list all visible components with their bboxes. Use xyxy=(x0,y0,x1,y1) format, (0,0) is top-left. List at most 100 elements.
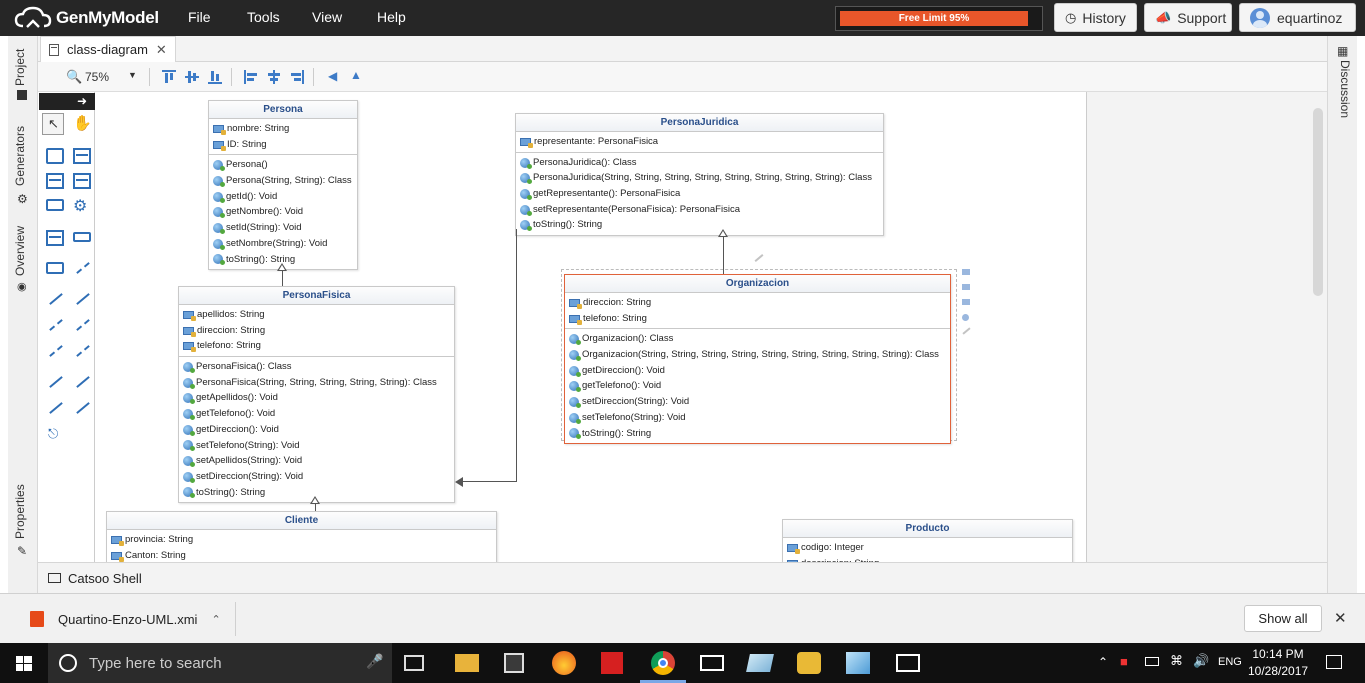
class-attribute[interactable]: apellidos: String xyxy=(179,307,454,323)
class-operation[interactable]: getDireccion(): Void xyxy=(565,363,950,379)
chevron-up-icon[interactable]: ⌃ xyxy=(1098,655,1108,669)
signal-tool-icon[interactable] xyxy=(46,230,64,246)
distribute-horizontal-icon[interactable]: ◀ xyxy=(328,69,337,83)
class-operation[interactable]: PersonaJuridica(String, String, String, … xyxy=(516,170,883,186)
store-icon[interactable] xyxy=(504,653,524,673)
class-operation[interactable]: getRepresentante(): PersonaFisica xyxy=(516,186,883,202)
show-all-button[interactable]: Show all xyxy=(1244,605,1322,632)
chrome-icon[interactable] xyxy=(651,651,675,675)
class-attribute[interactable]: telefono: String xyxy=(179,338,454,354)
align-left-icon[interactable] xyxy=(244,70,258,84)
menu-view[interactable]: View xyxy=(312,9,342,25)
primitive-tool-icon[interactable] xyxy=(73,232,91,242)
dependency-tool-icon[interactable] xyxy=(46,317,64,333)
class-operation[interactable]: getApellidos(): Void xyxy=(179,390,454,406)
datatype-tool-icon[interactable] xyxy=(46,199,64,211)
menu-tools[interactable]: Tools xyxy=(247,9,280,25)
class-operation[interactable]: Persona(String, String): Class xyxy=(209,173,357,189)
class-tool-icon[interactable] xyxy=(73,148,91,164)
wifi-icon[interactable]: ⌘ xyxy=(1170,653,1183,669)
close-icon[interactable]: ✕ xyxy=(156,42,167,58)
shell-bar[interactable]: Catsoo Shell xyxy=(38,562,1327,593)
zoom-value[interactable]: 75% xyxy=(85,70,109,84)
class-operation[interactable]: Organizacion(String, String, String, Str… xyxy=(565,347,950,363)
taskbar-search[interactable]: Type here to search 🎤 xyxy=(48,643,392,683)
align-right-icon[interactable] xyxy=(290,70,304,84)
class-attribute[interactable]: Canton: String xyxy=(107,548,496,562)
chevron-up-icon[interactable]: ⌃ xyxy=(211,613,220,626)
file-explorer-icon[interactable] xyxy=(455,654,479,672)
enumeration-tool-icon[interactable] xyxy=(73,173,91,189)
align-middle-icon[interactable] xyxy=(185,70,199,84)
system-clock[interactable]: 10:14 PM 10/28/2017 xyxy=(1248,646,1308,680)
align-bottom-icon[interactable] xyxy=(208,70,222,84)
class-persona-juridica[interactable]: PersonaJuridica representante: PersonaFi… xyxy=(515,113,884,237)
containment-tool-icon[interactable]: ⎋ xyxy=(48,426,58,442)
class-attribute[interactable]: representante: PersonaFisica xyxy=(516,134,883,150)
class-operation[interactable]: setRepresentante(PersonaFisica): Persona… xyxy=(516,202,883,218)
directed-association-tool-icon[interactable] xyxy=(73,400,91,416)
volume-icon[interactable]: 🔊 xyxy=(1193,653,1209,669)
association-line[interactable] xyxy=(516,229,517,481)
vertical-scrollbar[interactable] xyxy=(1313,108,1323,296)
database-app-icon[interactable] xyxy=(797,652,821,674)
class-attribute[interactable]: provincia: String xyxy=(107,532,496,548)
class-attribute[interactable]: codigo: Integer xyxy=(783,540,1072,556)
class-operation[interactable]: PersonaJuridica(): Class xyxy=(516,155,883,171)
chevron-down-icon[interactable]: ▼ xyxy=(128,70,137,80)
class-operation[interactable]: setApellidos(String): Void xyxy=(179,453,454,469)
realization-tool-icon[interactable] xyxy=(73,291,91,307)
virtualbox-icon[interactable] xyxy=(846,652,870,674)
association-line[interactable] xyxy=(460,481,517,482)
microphone-icon[interactable]: 🎤 xyxy=(366,653,383,670)
class-attribute[interactable]: direccion: String xyxy=(179,323,454,339)
free-limit-meter[interactable]: Free Limit 95% xyxy=(835,6,1043,31)
class-attribute[interactable]: telefono: String xyxy=(565,311,950,327)
class-attribute[interactable]: direccion: String xyxy=(565,295,950,311)
component-tool-icon[interactable]: ⚙ xyxy=(73,196,87,216)
association-tool-icon[interactable] xyxy=(46,374,64,390)
tab-class-diagram[interactable]: class-diagram ✕ xyxy=(40,36,176,62)
class-operation[interactable]: Persona() xyxy=(209,157,357,173)
history-button[interactable]: ◷ History xyxy=(1054,3,1137,32)
class-operation[interactable]: setNombre(String): Void xyxy=(209,236,357,252)
class-operation[interactable]: setDireccion(String): Void xyxy=(565,394,950,410)
tab-overview[interactable]: Overview xyxy=(13,226,27,276)
photos-icon[interactable] xyxy=(896,654,920,672)
class-operation[interactable]: setDireccion(String): Void xyxy=(179,469,454,485)
battery-icon[interactable] xyxy=(1145,657,1159,666)
distribute-vertical-icon[interactable]: ▲ xyxy=(350,68,362,82)
generalization-line[interactable] xyxy=(315,504,316,511)
class-producto[interactable]: Producto codigo: Integerdescripcion: Str… xyxy=(782,519,1073,562)
class-operation[interactable]: getId(): Void xyxy=(209,189,357,205)
class-organizacion[interactable]: Organizacion direccion: String telefono: … xyxy=(564,274,951,445)
notes-app-icon[interactable] xyxy=(746,654,774,672)
merge-tool-icon[interactable] xyxy=(73,343,91,359)
class-persona-fisica[interactable]: PersonaFisica apellidos: String direccion… xyxy=(178,286,455,504)
quick-add-class-icon[interactable] xyxy=(962,299,970,305)
quick-link-icon[interactable] xyxy=(962,327,971,335)
class-operation[interactable]: getTelefono(): Void xyxy=(565,378,950,394)
composition-tool-icon[interactable] xyxy=(46,400,64,416)
close-downloads-icon[interactable]: ✕ xyxy=(1334,609,1347,627)
menu-help[interactable]: Help xyxy=(377,9,406,25)
app-red-icon[interactable] xyxy=(601,652,623,674)
app-logo[interactable]: GenMyModel xyxy=(14,5,159,31)
menu-file[interactable]: File xyxy=(188,9,211,25)
firefox-icon[interactable] xyxy=(552,651,576,675)
class-operation[interactable]: toString(): String xyxy=(516,217,883,233)
task-view-icon[interactable] xyxy=(404,655,424,671)
notification-icon[interactable] xyxy=(1326,655,1342,669)
pointer-tool[interactable]: ↖ xyxy=(42,113,64,135)
package-tool-icon[interactable] xyxy=(46,148,64,164)
class-operation[interactable]: getTelefono(): Void xyxy=(179,406,454,422)
anchor-tool-icon[interactable] xyxy=(73,260,91,276)
class-operation[interactable]: setId(String): Void xyxy=(209,220,357,236)
tab-discussion[interactable]: Discussion xyxy=(1336,60,1352,130)
class-attribute[interactable]: ID: String xyxy=(209,137,357,153)
user-menu-button[interactable]: equartinoz xyxy=(1239,3,1356,32)
download-item[interactable]: Quartino-Enzo-UML.xmi ⌃ xyxy=(10,602,236,636)
quick-add-attribute-icon[interactable] xyxy=(962,269,970,275)
class-operation[interactable]: getDireccion(): Void xyxy=(179,422,454,438)
class-operation[interactable]: getNombre(): Void xyxy=(209,204,357,220)
